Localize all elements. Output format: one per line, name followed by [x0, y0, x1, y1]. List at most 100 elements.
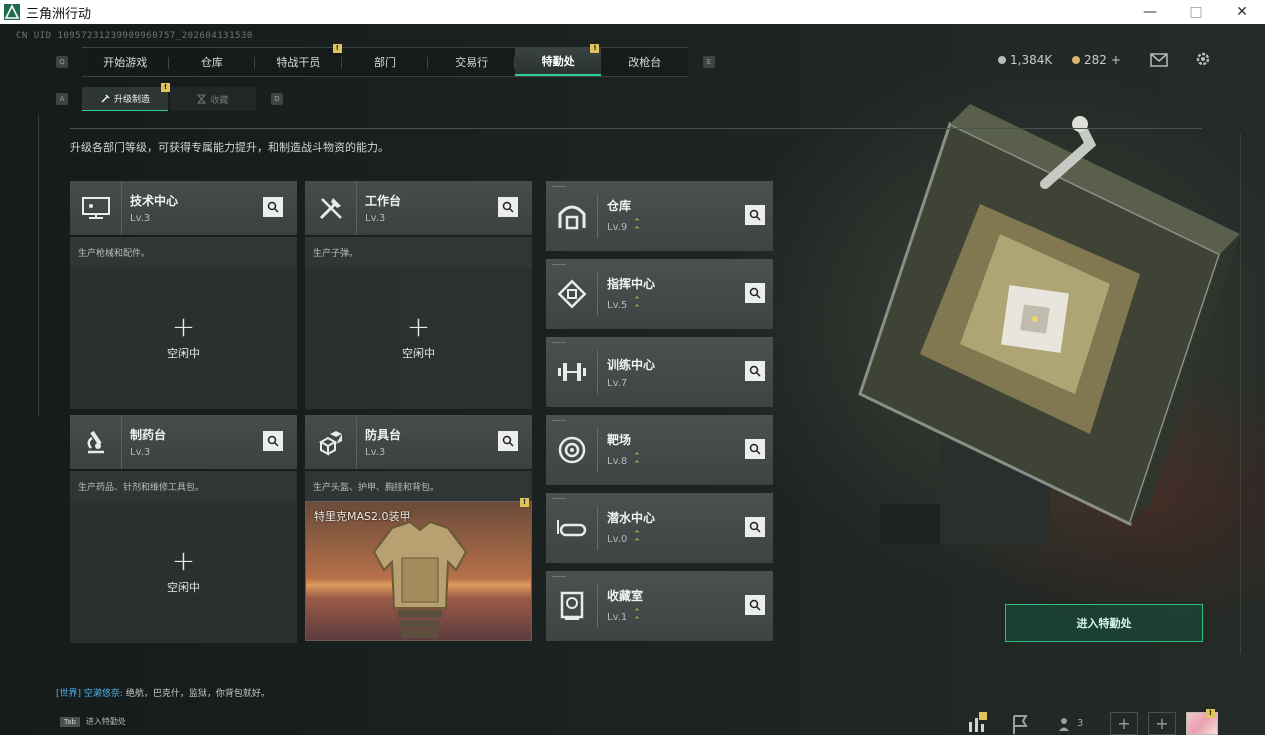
inspect-button[interactable] [263, 197, 283, 217]
tab-gunsmith[interactable]: 改枪台 [601, 48, 688, 76]
enter-special-ops-button[interactable]: 进入特勤处 [1005, 604, 1203, 642]
side-item-collection-room[interactable]: 收藏室 Lv.1 ⌃ ⌃ [546, 571, 773, 641]
production-slot[interactable]: + 空闲中 [305, 267, 532, 409]
coin-icon [998, 56, 1006, 64]
card-tech-center: 技术中心 Lv.3 生产枪械和配件。 + 空闲中 [70, 181, 297, 409]
tools-icon [319, 198, 342, 220]
subtab-upgrade[interactable]: 升级制造 ! [82, 83, 170, 111]
inspect-button[interactable] [745, 283, 765, 303]
tab-departments[interactable]: 部门 [342, 48, 429, 76]
subtab-favorites[interactable]: 收藏 [170, 87, 256, 111]
command-center-icon [557, 279, 586, 309]
search-icon [749, 209, 761, 221]
nav-prev-key: Q [56, 56, 68, 68]
card-title: 防具台 [365, 428, 402, 442]
invite-slot-button[interactable]: + [1110, 712, 1138, 735]
card-description: 生产枪械和配件。 [70, 237, 297, 267]
inspect-button[interactable] [498, 197, 518, 217]
currency-coins: 1,384K [998, 53, 1052, 67]
app-logo-icon [4, 4, 20, 20]
frame-line [38, 116, 39, 416]
player-avatar[interactable]: ! [1186, 709, 1218, 735]
inspect-button[interactable] [745, 439, 765, 459]
diving-mask-icon [556, 520, 586, 537]
card-description: 生产药品、针剂和维修工具包。 [70, 471, 297, 501]
side-item-command-center[interactable]: 指挥中心 Lv.5 ⌃ ⌃ [546, 259, 773, 329]
nav-next-key: E [703, 56, 715, 68]
tab-operators[interactable]: 特战干员 ! [255, 44, 342, 76]
tab-start-game[interactable]: 开始游戏 [82, 48, 169, 76]
stats-chart-icon[interactable] [966, 712, 988, 735]
card-workbench: 工作台 Lv.3 生产子弹。 + 空闲中 [305, 181, 532, 409]
dumbbell-icon [557, 363, 586, 381]
card-header[interactable]: 制药台 Lv.3 [70, 415, 297, 469]
side-item-warehouse[interactable]: 仓库 Lv.9 ⌃ ⌃ [546, 181, 773, 251]
notification-badge: ! [161, 83, 170, 92]
subtab-prev-key: A [56, 93, 68, 105]
search-icon [267, 435, 279, 447]
search-icon [502, 435, 514, 447]
card-level: Lv.3 [130, 213, 151, 224]
card-level: Lv.3 [365, 213, 386, 224]
main-nav: 开始游戏 仓库 特战干员 ! 部门 交易行 特勤处 ! 改枪台 [82, 44, 688, 77]
inspect-button[interactable] [745, 595, 765, 615]
inspect-button[interactable] [745, 517, 765, 537]
card-header[interactable]: 工作台 Lv.3 [305, 181, 532, 235]
production-slot[interactable]: + 空闲中 [70, 267, 297, 409]
crafting-slot[interactable]: 特里克MAS2.0装甲 ! [305, 498, 532, 641]
page-description: 升级各部门等级，可获得专属能力提升，和制造战斗物资的能力。 [70, 141, 389, 154]
add-currency-button[interactable]: + [1111, 53, 1121, 67]
chat-text: 绝航，巴克什，监狱，你背包就好。 [125, 689, 270, 699]
currency-premium[interactable]: 282 + [1072, 53, 1121, 67]
hourglass-icon [197, 94, 207, 104]
search-icon [267, 201, 279, 213]
search-icon [749, 287, 761, 299]
boxes-icon [318, 431, 342, 456]
inspect-button[interactable] [745, 361, 765, 381]
search-icon [749, 443, 761, 455]
inspect-button[interactable] [263, 431, 283, 451]
search-icon [502, 201, 514, 213]
card-header[interactable]: 防具台 Lv.3 [305, 415, 532, 469]
card-title: 制药台 [130, 428, 167, 442]
card-title: 工作台 [365, 194, 402, 208]
side-item-diving-center[interactable]: 潜水中心 Lv.0 ⌃ ⌃ [546, 493, 773, 563]
tab-trading[interactable]: 交易行 [428, 48, 515, 76]
search-icon [749, 365, 761, 377]
side-item-shooting-range[interactable]: 靶场 Lv.8 ⌃ ⌃ [546, 415, 773, 485]
chat-message[interactable]: [世界] 空濑悠奈: 绝航，巴克什，监狱，你背包就好。 [56, 686, 270, 699]
production-slot[interactable]: + 空闲中 [70, 501, 297, 643]
card-pharmacy: 制药台 Lv.3 生产药品、针剂和维修工具包。 + 空闲中 [70, 415, 297, 643]
settings-gear-icon[interactable] [1194, 50, 1212, 68]
collection-room-icon [560, 591, 583, 620]
game-viewport: CN UID 10957231239909960757_202604131530… [0, 24, 1265, 735]
tab-shortcut-hint: Tab 进入特勤处 [60, 716, 126, 727]
side-item-training-center[interactable]: 训练中心 Lv.7 [546, 337, 773, 407]
chat-user: 空濑悠奈: [83, 689, 123, 699]
mail-icon[interactable] [1150, 52, 1168, 68]
sub-nav: 升级制造 ! 收藏 [82, 83, 256, 111]
microscope-icon [87, 430, 104, 454]
card-header[interactable]: 技术中心 Lv.3 [70, 181, 297, 235]
tab-special-ops[interactable]: 特勤处 ! [514, 44, 602, 76]
friends-button[interactable]: 3 [1058, 712, 1090, 735]
notification-badge: ! [332, 44, 342, 53]
close-button[interactable]: ✕ [1219, 0, 1265, 24]
minimize-button[interactable]: — [1127, 0, 1173, 24]
window-titlebar: 三角洲行动 — □ ✕ [0, 0, 1265, 24]
invite-slot-button[interactable]: + [1148, 712, 1176, 735]
tab-warehouse[interactable]: 仓库 [169, 48, 256, 76]
upgrade-arrow-icon: ⌃ ⌃ [633, 296, 641, 314]
inspect-button[interactable] [745, 205, 765, 225]
search-icon [749, 521, 761, 533]
notification-badge: ! [1206, 709, 1215, 718]
upgrade-arrow-icon: ⌃ ⌃ [633, 452, 641, 470]
flag-icon[interactable] [1010, 712, 1030, 735]
chat-channel: [世界] [56, 689, 82, 699]
divider [70, 128, 1202, 129]
maximize-button[interactable]: □ [1173, 0, 1219, 24]
frame-line [1240, 134, 1241, 654]
card-level: Lv.3 [130, 447, 151, 458]
add-production-icon: + [406, 310, 431, 343]
inspect-button[interactable] [498, 431, 518, 451]
